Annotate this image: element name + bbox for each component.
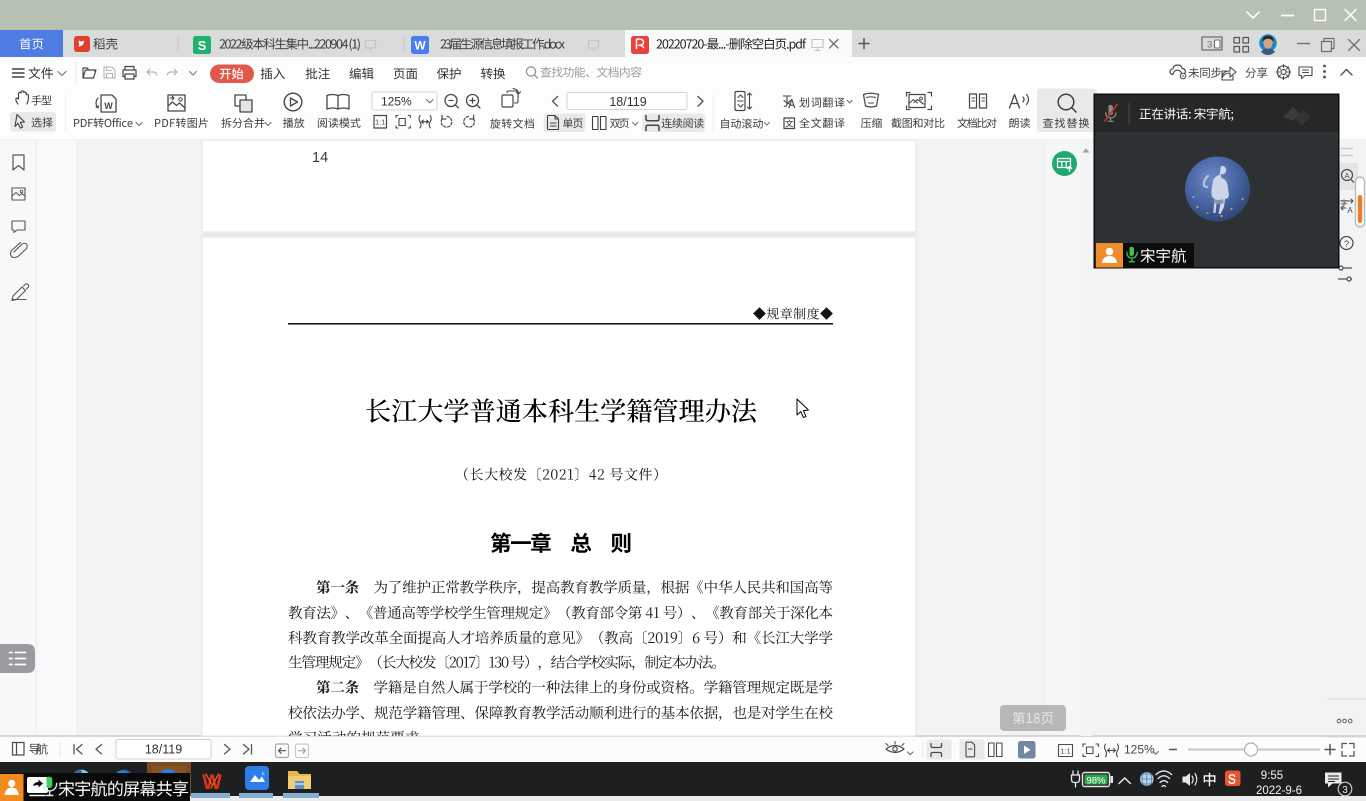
svg-text:18/119: 18/119 bbox=[145, 743, 182, 757]
svg-text:98%: 98% bbox=[1086, 776, 1106, 787]
svg-text:3: 3 bbox=[1342, 785, 1348, 796]
svg-text:S: S bbox=[198, 38, 207, 53]
svg-text:A: A bbox=[1347, 206, 1353, 215]
svg-text:1:1: 1:1 bbox=[1060, 747, 1070, 756]
svg-text:9:55: 9:55 bbox=[1261, 770, 1283, 782]
svg-text:?: ? bbox=[1344, 239, 1349, 250]
svg-text:125%: 125% bbox=[1124, 743, 1155, 757]
svg-text:W: W bbox=[414, 39, 426, 53]
svg-text:W: W bbox=[104, 101, 113, 111]
svg-text:W: W bbox=[202, 771, 222, 794]
svg-text:14: 14 bbox=[312, 150, 328, 166]
svg-text:125%: 125% bbox=[381, 95, 412, 109]
svg-text:A: A bbox=[1344, 171, 1349, 180]
svg-text:18/119: 18/119 bbox=[609, 95, 646, 109]
svg-text:3: 3 bbox=[1207, 40, 1212, 51]
svg-text:2022-9-6: 2022-9-6 bbox=[1256, 785, 1302, 797]
svg-text:1:1: 1:1 bbox=[375, 118, 385, 127]
